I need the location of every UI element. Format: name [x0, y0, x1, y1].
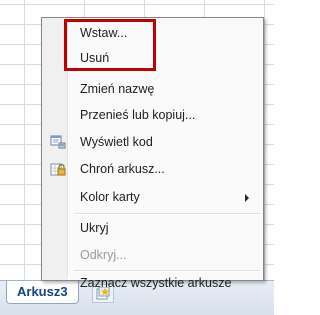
- menu-item-protect-sheet[interactable]: Chroń arkusz...: [44, 158, 261, 180]
- menu-item-select-all-sheets[interactable]: Zaznacz wszystkie arkusze: [44, 272, 261, 294]
- menu-item-insert[interactable]: Wstaw...: [44, 22, 261, 44]
- menu-item-label: Przenieś lub kopiuj...: [80, 108, 196, 122]
- menu-item-label: Wstaw...: [80, 26, 128, 40]
- menu-item-label: Zaznacz wszystkie arkusze: [80, 276, 232, 290]
- menu-item-hide[interactable]: Ukryj: [44, 217, 261, 239]
- view-code-icon: [50, 134, 66, 150]
- menu-item-label: Kolor karty: [80, 190, 140, 204]
- sheet-tab-context-menu: Wstaw... Usuń Zmień nazwę Przenieś lub k…: [41, 17, 264, 290]
- menu-item-label: Zmień nazwę: [80, 82, 155, 96]
- menu-item-move-or-copy[interactable]: Przenieś lub kopiuj...: [44, 104, 261, 126]
- menu-item-delete[interactable]: Usuń: [44, 47, 261, 69]
- menu-item-rename[interactable]: Zmień nazwę: [44, 78, 261, 100]
- menu-item-label: Ukryj: [80, 221, 109, 235]
- menu-item-unhide: Odkryj...: [44, 244, 261, 266]
- menu-item-label: Odkryj...: [80, 248, 127, 262]
- menu-item-label: Usuń: [80, 51, 110, 65]
- menu-separator: [74, 213, 261, 215]
- menu-item-view-code[interactable]: Wyświetl kod: [44, 131, 261, 153]
- menu-item-label: Wyświetl kod: [80, 135, 153, 149]
- submenu-arrow-icon: [245, 194, 249, 202]
- menu-item-tab-color[interactable]: Kolor karty: [44, 186, 261, 208]
- protect-sheet-icon: [50, 161, 66, 177]
- menu-item-label: Chroń arkusz...: [80, 162, 165, 176]
